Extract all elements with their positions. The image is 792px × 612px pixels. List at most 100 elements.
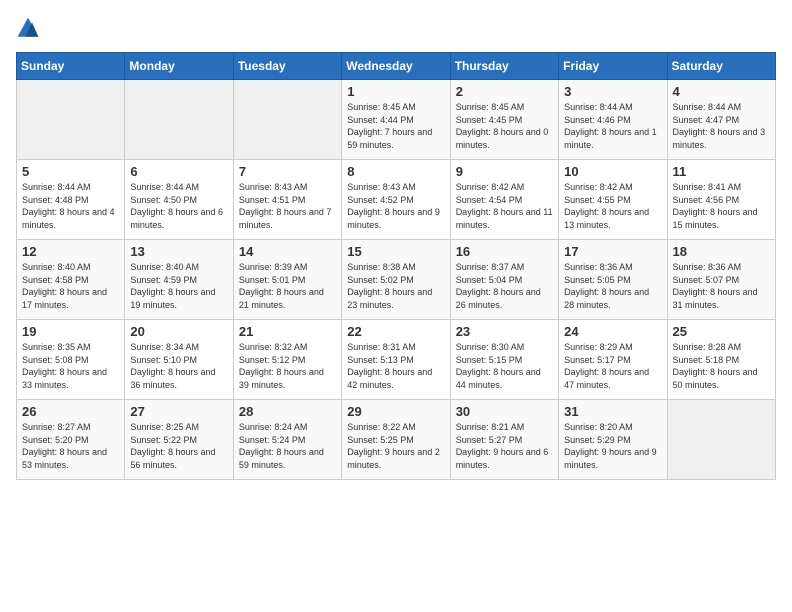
calendar-table: SundayMondayTuesdayWednesdayThursdayFrid… — [16, 52, 776, 480]
logo-icon — [16, 16, 40, 40]
calendar-cell: 25 Sunrise: 8:28 AMSunset: 5:18 PMDayligh… — [667, 320, 775, 400]
cell-info: Sunrise: 8:40 AMSunset: 4:59 PMDaylight:… — [130, 261, 227, 311]
cell-info: Sunrise: 8:27 AMSunset: 5:20 PMDaylight:… — [22, 421, 119, 471]
cell-info: Sunrise: 8:44 AMSunset: 4:50 PMDaylight:… — [130, 181, 227, 231]
cell-info: Sunrise: 8:32 AMSunset: 5:12 PMDaylight:… — [239, 341, 336, 391]
calendar-cell — [667, 400, 775, 480]
cell-info: Sunrise: 8:35 AMSunset: 5:08 PMDaylight:… — [22, 341, 119, 391]
cell-info: Sunrise: 8:36 AMSunset: 5:07 PMDaylight:… — [673, 261, 770, 311]
week-row-4: 19 Sunrise: 8:35 AMSunset: 5:08 PMDayligh… — [17, 320, 776, 400]
calendar-cell: 23 Sunrise: 8:30 AMSunset: 5:15 PMDayligh… — [450, 320, 558, 400]
calendar-cell: 10Sunrise: 8:42 AMSunset: 4:55 PMDayligh… — [559, 160, 667, 240]
calendar-cell: 6 Sunrise: 8:44 AMSunset: 4:50 PMDaylight… — [125, 160, 233, 240]
calendar-cell: 19 Sunrise: 8:35 AMSunset: 5:08 PMDayligh… — [17, 320, 125, 400]
day-number: 24 — [564, 324, 661, 339]
calendar-cell: 18 Sunrise: 8:36 AMSunset: 5:07 PMDayligh… — [667, 240, 775, 320]
day-number: 27 — [130, 404, 227, 419]
cell-info: Sunrise: 8:42 AMSunset: 4:54 PMDaylight:… — [456, 181, 553, 231]
day-number: 28 — [239, 404, 336, 419]
calendar-cell: 29 Sunrise: 8:22 AMSunset: 5:25 PMDayligh… — [342, 400, 450, 480]
calendar-cell: 21 Sunrise: 8:32 AMSunset: 5:12 PMDayligh… — [233, 320, 341, 400]
calendar-cell: 7 Sunrise: 8:43 AMSunset: 4:51 PMDaylight… — [233, 160, 341, 240]
cell-info: Sunrise: 8:43 AMSunset: 4:52 PMDaylight:… — [347, 181, 444, 231]
calendar-cell: 4 Sunrise: 8:44 AMSunset: 4:47 PMDaylight… — [667, 80, 775, 160]
header-day-friday: Friday — [559, 53, 667, 80]
cell-info: Sunrise: 8:43 AMSunset: 4:51 PMDaylight:… — [239, 181, 336, 231]
week-row-1: 1 Sunrise: 8:45 AMSunset: 4:44 PMDaylight… — [17, 80, 776, 160]
cell-info: Sunrise: 8:40 AMSunset: 4:58 PMDaylight:… — [22, 261, 119, 311]
day-number: 12 — [22, 244, 119, 259]
calendar-cell: 28 Sunrise: 8:24 AMSunset: 5:24 PMDayligh… — [233, 400, 341, 480]
day-number: 17 — [564, 244, 661, 259]
cell-info: Sunrise: 8:22 AMSunset: 5:25 PMDaylight:… — [347, 421, 444, 471]
cell-info: Sunrise: 8:25 AMSunset: 5:22 PMDaylight:… — [130, 421, 227, 471]
calendar-cell — [125, 80, 233, 160]
header-day-monday: Monday — [125, 53, 233, 80]
day-number: 18 — [673, 244, 770, 259]
day-number: 8 — [347, 164, 444, 179]
cell-info: Sunrise: 8:34 AMSunset: 5:10 PMDaylight:… — [130, 341, 227, 391]
cell-info: Sunrise: 8:28 AMSunset: 5:18 PMDaylight:… — [673, 341, 770, 391]
day-number: 13 — [130, 244, 227, 259]
calendar-cell: 31Sunrise: 8:20 AMSunset: 5:29 PMDayligh… — [559, 400, 667, 480]
logo — [16, 16, 44, 40]
header-day-thursday: Thursday — [450, 53, 558, 80]
calendar-cell — [233, 80, 341, 160]
day-number: 5 — [22, 164, 119, 179]
day-number: 20 — [130, 324, 227, 339]
day-number: 30 — [456, 404, 553, 419]
day-number: 1 — [347, 84, 444, 99]
cell-info: Sunrise: 8:44 AMSunset: 4:47 PMDaylight:… — [673, 101, 770, 151]
cell-info: Sunrise: 8:29 AMSunset: 5:17 PMDaylight:… — [564, 341, 661, 391]
day-number: 10 — [564, 164, 661, 179]
cell-info: Sunrise: 8:44 AMSunset: 4:48 PMDaylight:… — [22, 181, 119, 231]
calendar-cell: 12 Sunrise: 8:40 AMSunset: 4:58 PMDayligh… — [17, 240, 125, 320]
cell-info: Sunrise: 8:20 AMSunset: 5:29 PMDaylight:… — [564, 421, 661, 471]
page-header — [16, 16, 776, 40]
cell-info: Sunrise: 8:21 AMSunset: 5:27 PMDaylight:… — [456, 421, 553, 471]
header-day-tuesday: Tuesday — [233, 53, 341, 80]
calendar-cell: 24 Sunrise: 8:29 AMSunset: 5:17 PMDayligh… — [559, 320, 667, 400]
day-number: 4 — [673, 84, 770, 99]
calendar-cell: 5 Sunrise: 8:44 AMSunset: 4:48 PMDaylight… — [17, 160, 125, 240]
day-number: 16 — [456, 244, 553, 259]
day-number: 14 — [239, 244, 336, 259]
day-number: 23 — [456, 324, 553, 339]
calendar-cell: 14 Sunrise: 8:39 AMSunset: 5:01 PMDayligh… — [233, 240, 341, 320]
calendar-cell: 2Sunrise: 8:45 AMSunset: 4:45 PMDaylight… — [450, 80, 558, 160]
calendar-cell: 17 Sunrise: 8:36 AMSunset: 5:05 PMDayligh… — [559, 240, 667, 320]
cell-info: Sunrise: 8:37 AMSunset: 5:04 PMDaylight:… — [456, 261, 553, 311]
calendar-cell: 27 Sunrise: 8:25 AMSunset: 5:22 PMDayligh… — [125, 400, 233, 480]
day-number: 6 — [130, 164, 227, 179]
cell-info: Sunrise: 8:38 AMSunset: 5:02 PMDaylight:… — [347, 261, 444, 311]
week-row-5: 26Sunrise: 8:27 AMSunset: 5:20 PMDayligh… — [17, 400, 776, 480]
day-number: 11 — [673, 164, 770, 179]
cell-info: Sunrise: 8:36 AMSunset: 5:05 PMDaylight:… — [564, 261, 661, 311]
day-number: 21 — [239, 324, 336, 339]
day-number: 25 — [673, 324, 770, 339]
header-row: SundayMondayTuesdayWednesdayThursdayFrid… — [17, 53, 776, 80]
calendar-cell — [17, 80, 125, 160]
calendar-cell: 9Sunrise: 8:42 AMSunset: 4:54 PMDaylight… — [450, 160, 558, 240]
cell-info: Sunrise: 8:45 AMSunset: 4:44 PMDaylight:… — [347, 101, 444, 151]
header-day-wednesday: Wednesday — [342, 53, 450, 80]
day-number: 29 — [347, 404, 444, 419]
cell-info: Sunrise: 8:24 AMSunset: 5:24 PMDaylight:… — [239, 421, 336, 471]
cell-info: Sunrise: 8:41 AMSunset: 4:56 PMDaylight:… — [673, 181, 770, 231]
cell-info: Sunrise: 8:39 AMSunset: 5:01 PMDaylight:… — [239, 261, 336, 311]
header-day-sunday: Sunday — [17, 53, 125, 80]
calendar-cell: 13 Sunrise: 8:40 AMSunset: 4:59 PMDayligh… — [125, 240, 233, 320]
calendar-cell: 8 Sunrise: 8:43 AMSunset: 4:52 PMDaylight… — [342, 160, 450, 240]
calendar-cell: 26Sunrise: 8:27 AMSunset: 5:20 PMDayligh… — [17, 400, 125, 480]
cell-info: Sunrise: 8:30 AMSunset: 5:15 PMDaylight:… — [456, 341, 553, 391]
cell-info: Sunrise: 8:44 AMSunset: 4:46 PMDaylight:… — [564, 101, 661, 151]
day-number: 2 — [456, 84, 553, 99]
day-number: 7 — [239, 164, 336, 179]
calendar-cell: 30 Sunrise: 8:21 AMSunset: 5:27 PMDayligh… — [450, 400, 558, 480]
day-number: 3 — [564, 84, 661, 99]
calendar-cell: 22Sunrise: 8:31 AMSunset: 5:13 PMDayligh… — [342, 320, 450, 400]
week-row-2: 5 Sunrise: 8:44 AMSunset: 4:48 PMDaylight… — [17, 160, 776, 240]
week-row-3: 12 Sunrise: 8:40 AMSunset: 4:58 PMDayligh… — [17, 240, 776, 320]
day-number: 19 — [22, 324, 119, 339]
calendar-cell: 3 Sunrise: 8:44 AMSunset: 4:46 PMDaylight… — [559, 80, 667, 160]
